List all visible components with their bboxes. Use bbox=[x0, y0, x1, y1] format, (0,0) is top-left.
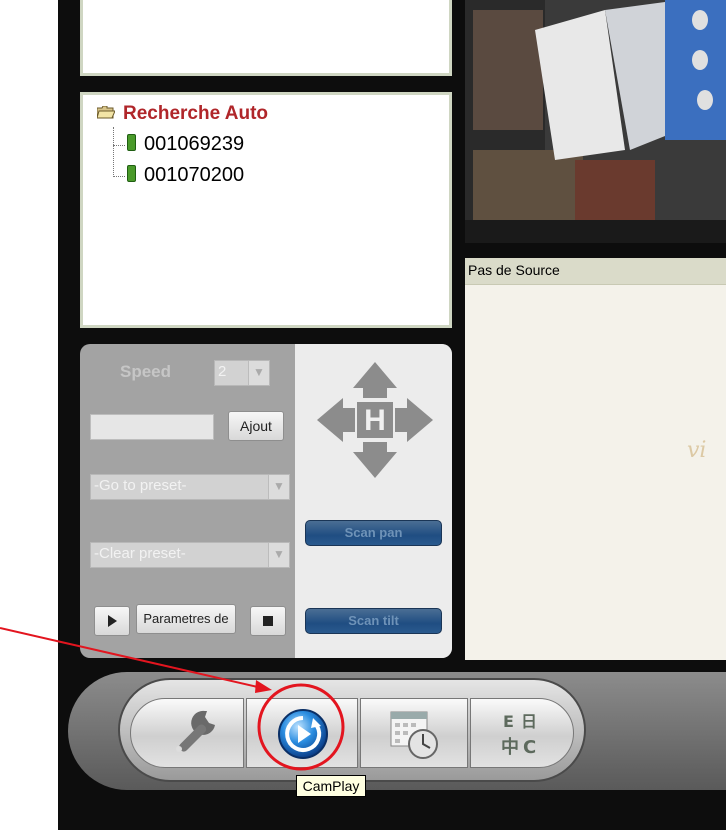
highlight-circle bbox=[257, 683, 345, 771]
pointer-arrow bbox=[0, 627, 263, 689]
annotation-overlay bbox=[0, 627, 345, 771]
arrowhead-icon bbox=[255, 680, 272, 693]
